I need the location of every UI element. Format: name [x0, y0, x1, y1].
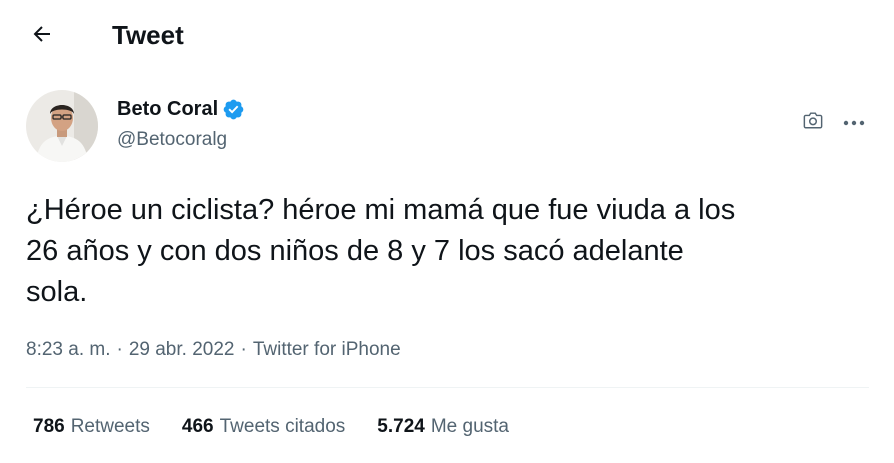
tweet-stats: 786 Retweets 466 Tweets citados 5.724 Me…	[33, 414, 541, 440]
more-options-button[interactable]	[840, 108, 868, 136]
tweet-header: Tweet	[0, 0, 894, 70]
page-title: Tweet	[112, 20, 184, 50]
meta-separator: ·	[116, 339, 123, 360]
likes-label: Me gusta	[430, 416, 509, 437]
verified-badge-icon	[222, 98, 245, 121]
retweets-count: 786	[33, 416, 65, 437]
quotes-label: Tweets citados	[219, 416, 346, 437]
quotes-count: 466	[181, 416, 214, 437]
retweets-label: Retweets	[70, 416, 150, 437]
retweets-stat[interactable]: 786 Retweets	[33, 414, 150, 440]
author-name[interactable]: Beto Coral	[117, 95, 218, 123]
more-dots-icon	[843, 113, 865, 131]
author-handle[interactable]: @Betocoralg	[117, 127, 227, 153]
meta-separator: ·	[240, 339, 247, 360]
tweet-date[interactable]: 29 abr. 2022	[129, 337, 235, 363]
quotes-stat[interactable]: 466 Tweets citados	[182, 414, 345, 440]
likes-stat[interactable]: 5.724 Me gusta	[377, 414, 509, 440]
tweet-meta: 8:23 a. m. · 29 abr. 2022 · Twitter for …	[26, 337, 401, 363]
tweet-time[interactable]: 8:23 a. m.	[26, 337, 111, 363]
divider	[26, 387, 869, 388]
back-button[interactable]	[26, 20, 58, 52]
tweet-text: ¿Héroe un ciclista? héroe mi mamá que fu…	[26, 194, 736, 308]
camera-button[interactable]	[799, 108, 827, 136]
camera-icon	[802, 110, 824, 135]
avatar[interactable]	[26, 90, 98, 162]
arrow-left-icon	[30, 22, 54, 51]
likes-count: 5.724	[377, 416, 425, 437]
tweet-source[interactable]: Twitter for iPhone	[253, 337, 401, 363]
author-row: Beto Coral	[117, 95, 245, 123]
